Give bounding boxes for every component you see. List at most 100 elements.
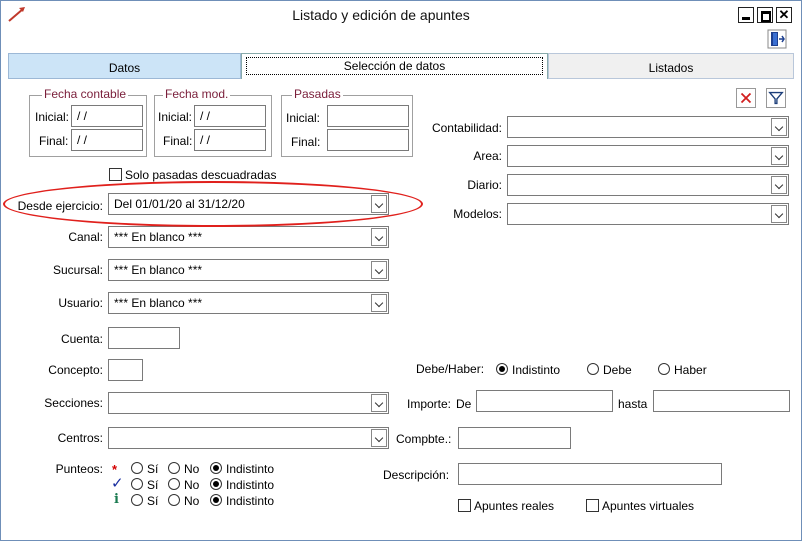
punteo1-si-radio[interactable] bbox=[131, 462, 143, 474]
importe-label: Importe: bbox=[407, 397, 452, 411]
filter-icon[interactable] bbox=[766, 88, 786, 108]
fecha-mod-inicial-field[interactable]: / / bbox=[194, 105, 266, 127]
title-bar: Listado y edición de apuntes ✕ bbox=[1, 1, 801, 31]
punteo2-indistinto-label: Indistinto bbox=[226, 478, 275, 492]
punteo1-indistinto-radio[interactable] bbox=[210, 462, 222, 474]
fecha-mod-final-field[interactable]: / / bbox=[194, 129, 266, 151]
fecha-mod-inicial-label: Inicial: bbox=[158, 110, 193, 124]
descripcion-label: Descripción: bbox=[383, 468, 450, 482]
compbte-label: Compbte.: bbox=[396, 432, 452, 446]
chevron-down-icon[interactable] bbox=[771, 205, 787, 223]
sucursal-select[interactable]: *** En blanco *** bbox=[108, 259, 389, 281]
main-window: Listado y edición de apuntes ✕ Datos Sel… bbox=[0, 0, 802, 541]
punteos-label: Punteos: bbox=[55, 462, 103, 476]
minimize-button[interactable] bbox=[738, 7, 754, 23]
contabilidad-select[interactable] bbox=[507, 116, 789, 138]
usuario-select[interactable]: *** En blanco *** bbox=[108, 292, 389, 314]
chevron-down-icon[interactable] bbox=[771, 176, 787, 194]
tab-bar: Datos Selección de datos Listados bbox=[8, 53, 794, 79]
punteo2-si-radio[interactable] bbox=[131, 478, 143, 490]
fecha-contable-final-field[interactable]: / / bbox=[71, 129, 143, 151]
usuario-label: Usuario: bbox=[58, 296, 103, 310]
tab-datos[interactable]: Datos bbox=[8, 53, 241, 79]
diario-select[interactable] bbox=[507, 174, 789, 196]
pasadas-final-label: Final: bbox=[291, 135, 321, 149]
tab-listados-label: Listados bbox=[648, 61, 694, 75]
group-legend: Fecha contable bbox=[42, 87, 129, 101]
punteo3-si-radio[interactable] bbox=[131, 494, 143, 506]
cuenta-input[interactable] bbox=[108, 327, 180, 349]
punteo2-no-radio[interactable] bbox=[168, 478, 180, 490]
close-button[interactable]: ✕ bbox=[776, 7, 792, 23]
group-legend: Pasadas bbox=[292, 87, 343, 101]
chevron-down-icon[interactable] bbox=[371, 294, 387, 312]
canal-value: *** En blanco *** bbox=[114, 230, 203, 244]
debe-haber-debe-label: Debe bbox=[603, 363, 632, 377]
chevron-down-icon[interactable] bbox=[371, 394, 387, 412]
punteo3-no-radio[interactable] bbox=[168, 494, 180, 506]
importe-de-input[interactable] bbox=[476, 390, 613, 412]
info-icon: i bbox=[114, 492, 119, 507]
descripcion-input[interactable] bbox=[458, 463, 722, 485]
punteo1-si-label: Sí bbox=[147, 462, 159, 476]
fecha-mod-final-label: Final: bbox=[163, 134, 193, 148]
apuntes-reales-label: Apuntes reales bbox=[474, 499, 555, 513]
modelos-select[interactable] bbox=[507, 203, 789, 225]
window-title: Listado y edición de apuntes bbox=[292, 7, 470, 23]
pasadas-inicial-field[interactable] bbox=[327, 105, 409, 127]
chevron-down-icon[interactable] bbox=[771, 118, 787, 136]
sucursal-label: Sucursal: bbox=[52, 263, 103, 277]
punteo2-indistinto-radio[interactable] bbox=[210, 478, 222, 490]
chevron-down-icon[interactable] bbox=[771, 147, 787, 165]
apuntes-virtuales-checkbox[interactable] bbox=[586, 499, 599, 512]
solo-pasadas-label: Solo pasadas descuadradas bbox=[125, 168, 277, 182]
clear-x-icon[interactable] bbox=[736, 88, 756, 108]
punteo3-indistinto-radio[interactable] bbox=[210, 494, 222, 506]
close-icon: ✕ bbox=[778, 7, 790, 22]
pasadas-final-field[interactable] bbox=[327, 129, 409, 151]
debe-haber-haber-label: Haber bbox=[674, 363, 707, 377]
importe-hasta-input[interactable] bbox=[653, 390, 790, 412]
tab-listados[interactable]: Listados bbox=[548, 53, 794, 79]
secciones-select[interactable] bbox=[108, 392, 389, 414]
fecha-contable-inicial-field[interactable]: / / bbox=[71, 105, 143, 127]
tab-datos-label: Datos bbox=[108, 61, 141, 75]
punteo3-no-label: No bbox=[184, 494, 200, 508]
importe-hasta-label: hasta bbox=[618, 397, 648, 411]
area-select[interactable] bbox=[507, 145, 789, 167]
fecha-contable-inicial-label: Inicial: bbox=[35, 110, 70, 124]
solo-pasadas-checkbox[interactable] bbox=[109, 168, 122, 181]
desde-ejercicio-select[interactable]: Del 01/01/20 al 31/12/20 bbox=[108, 193, 389, 215]
pasadas-inicial-label: Inicial: bbox=[286, 111, 321, 125]
punteo3-si-label: Sí bbox=[147, 494, 159, 508]
chevron-down-icon[interactable] bbox=[371, 261, 387, 279]
punteo3-indistinto-label: Indistinto bbox=[226, 494, 275, 508]
punteo2-si-label: Sí bbox=[147, 478, 159, 492]
centros-select[interactable] bbox=[108, 427, 389, 449]
importe-de-label: De bbox=[456, 397, 472, 411]
exit-door-icon[interactable] bbox=[767, 29, 787, 49]
chevron-down-icon[interactable] bbox=[371, 429, 387, 447]
punteo1-no-label: No bbox=[184, 462, 200, 476]
sucursal-value: *** En blanco *** bbox=[114, 263, 203, 277]
secciones-label: Secciones: bbox=[44, 396, 103, 410]
apuntes-reales-checkbox[interactable] bbox=[458, 499, 471, 512]
area-label: Area: bbox=[473, 149, 502, 163]
canal-label: Canal: bbox=[68, 230, 103, 244]
concepto-input[interactable] bbox=[108, 359, 143, 381]
debe-haber-indistinto-radio[interactable] bbox=[496, 363, 508, 375]
punteo2-no-label: No bbox=[184, 478, 200, 492]
punteo1-no-radio[interactable] bbox=[168, 462, 180, 474]
debe-haber-indistinto-label: Indistinto bbox=[512, 363, 561, 377]
group-legend: Fecha mod. bbox=[163, 87, 231, 101]
debe-haber-debe-radio[interactable] bbox=[587, 363, 599, 375]
maximize-button[interactable] bbox=[757, 7, 773, 23]
debe-haber-haber-radio[interactable] bbox=[658, 363, 670, 375]
chevron-down-icon[interactable] bbox=[371, 195, 387, 213]
tab-seleccion-de-datos[interactable]: Selección de datos bbox=[241, 53, 548, 79]
desde-ejercicio-label: Desde ejercicio: bbox=[17, 199, 103, 213]
compbte-input[interactable] bbox=[458, 427, 571, 449]
concepto-label: Concepto: bbox=[48, 363, 103, 377]
canal-select[interactable]: *** En blanco *** bbox=[108, 226, 389, 248]
chevron-down-icon[interactable] bbox=[371, 228, 387, 246]
